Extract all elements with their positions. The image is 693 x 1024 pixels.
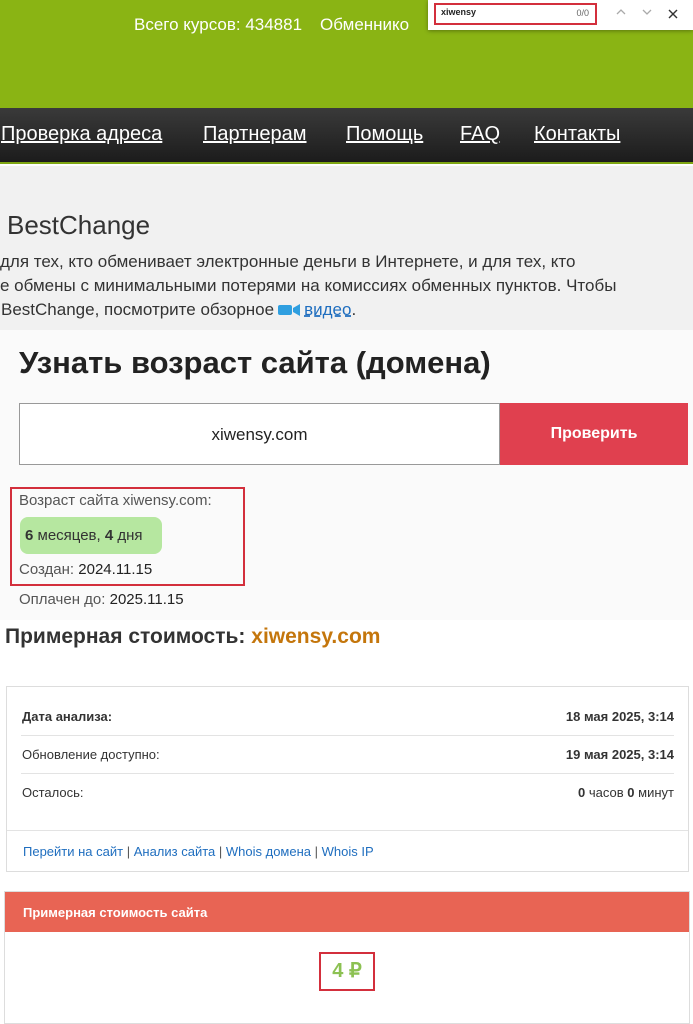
whois-domain-link[interactable]: Whois домена [226, 844, 311, 859]
site-age-title: Узнать возраст сайта (домена) [19, 345, 491, 380]
paid-value: 2025.11.15 [109, 591, 184, 608]
created-date: Создан: 2024.11.15 [19, 561, 152, 578]
nav-item-partners[interactable]: Партнерам [203, 123, 307, 146]
nav-item-address-check[interactable]: Проверка адреса [1, 123, 162, 146]
domain-input[interactable]: xiwensy.com [19, 403, 500, 465]
estimate-heading-label: Примерная стоимость: [5, 625, 246, 648]
intro-line-2: е обмены с минимальными потерями на коми… [0, 276, 617, 295]
remaining-value: 0 часов 0 минут [578, 785, 674, 800]
close-icon[interactable] [664, 5, 682, 23]
update-available-label: Обновление доступно: [22, 747, 160, 762]
paid-label: Оплачен до: [19, 591, 106, 608]
chevron-down-icon[interactable] [638, 5, 656, 23]
table-row: Обновление доступно: 19 мая 2025, 3:14 [21, 736, 674, 774]
remaining-hours: 0 [578, 785, 586, 800]
age-months-number: 6 [25, 527, 34, 544]
site-cost-value: 4 ₽ [332, 960, 362, 982]
nav-item-contacts[interactable]: Контакты [534, 123, 620, 146]
site-cost-header: Примерная стоимость сайта [5, 892, 689, 932]
estimate-heading: Примерная стоимость: xiwensy.com [5, 625, 380, 649]
nav-item-faq[interactable]: FAQ [460, 123, 500, 146]
intro-section: BestChange для тех, кто обменивает элект… [0, 166, 693, 330]
site-cost-header-text: Примерная стоимость сайта [23, 905, 208, 920]
created-label: Создан: [19, 561, 75, 578]
intro-line-3-text: BestChange, посмотрите обзорное [1, 300, 275, 319]
intro-line-3-end: . [351, 300, 357, 319]
find-input[interactable]: xiwensy 0/0 [434, 3, 597, 25]
age-days-word: дня [117, 527, 143, 544]
video-link[interactable]: видео [304, 300, 351, 319]
remaining-minutes: 0 [627, 785, 635, 800]
top-banner-stats: Всего курсов: 434881 Обменнико [134, 15, 409, 35]
analysis-info-card: Дата анализа: 18 мая 2025, 3:14 Обновлен… [6, 686, 689, 872]
intro-title: BestChange [7, 210, 151, 240]
site-age-label: Возраст сайта xiwensy.com: [19, 492, 212, 509]
chevron-up-icon[interactable] [612, 5, 630, 23]
exchangers-link[interactable]: Обменнико [320, 15, 409, 34]
age-days-number: 4 [104, 527, 114, 544]
check-button[interactable]: Проверить [500, 403, 688, 465]
remaining-hours-unit: часов [588, 785, 624, 800]
update-available-value: 19 мая 2025, 3:14 [565, 747, 674, 762]
video-camera-icon [278, 303, 301, 316]
site-age-badge: 6 месяцев, 4 дня [20, 517, 162, 554]
go-to-site-link[interactable]: Перейти на сайт [23, 844, 123, 859]
remaining-label: Осталось: [22, 785, 84, 800]
intro-line-3: BestChange, посмотрите обзорное видео. [1, 300, 356, 320]
site-links: Перейти на сайт | Анализ сайта | Whois д… [23, 844, 374, 859]
intro-line-1: для тех, кто обменивает электронные день… [0, 252, 576, 271]
paid-until-date: Оплачен до: 2025.11.15 [19, 591, 184, 608]
table-row: Дата анализа: 18 мая 2025, 3:14 [21, 698, 674, 736]
age-months-word: месяцев, [37, 527, 101, 544]
domain-input-value: xiwensy.com [211, 425, 308, 444]
divider [7, 830, 688, 831]
site-analysis-link[interactable]: Анализ сайта [134, 844, 216, 859]
remaining-minutes-unit: минут [638, 785, 674, 800]
find-query: xiwensy [441, 7, 477, 17]
estimate-domain: xiwensy.com [251, 625, 381, 648]
site-age-widget: Узнать возраст сайта (домена) xiwensy.co… [0, 330, 693, 620]
analysis-date-value: 18 мая 2025, 3:14 [565, 709, 674, 724]
site-cost-card: Примерная стоимость сайта 4 ₽ [4, 891, 690, 1024]
table-row: Осталось: 0 часов 0 минут [21, 774, 674, 812]
main-nav: Проверка адреса Партнерам Помощь FAQ Кон… [0, 108, 693, 164]
nav-item-help[interactable]: Помощь [346, 123, 423, 146]
find-match-count: 0/0 [576, 8, 589, 18]
created-value: 2024.11.15 [78, 561, 153, 578]
analysis-date-label: Дата анализа: [22, 709, 113, 724]
courses-count: Всего курсов: 434881 [134, 15, 303, 34]
whois-ip-link[interactable]: Whois IP [322, 844, 374, 859]
find-in-page-bar: xiwensy 0/0 [428, 0, 693, 30]
